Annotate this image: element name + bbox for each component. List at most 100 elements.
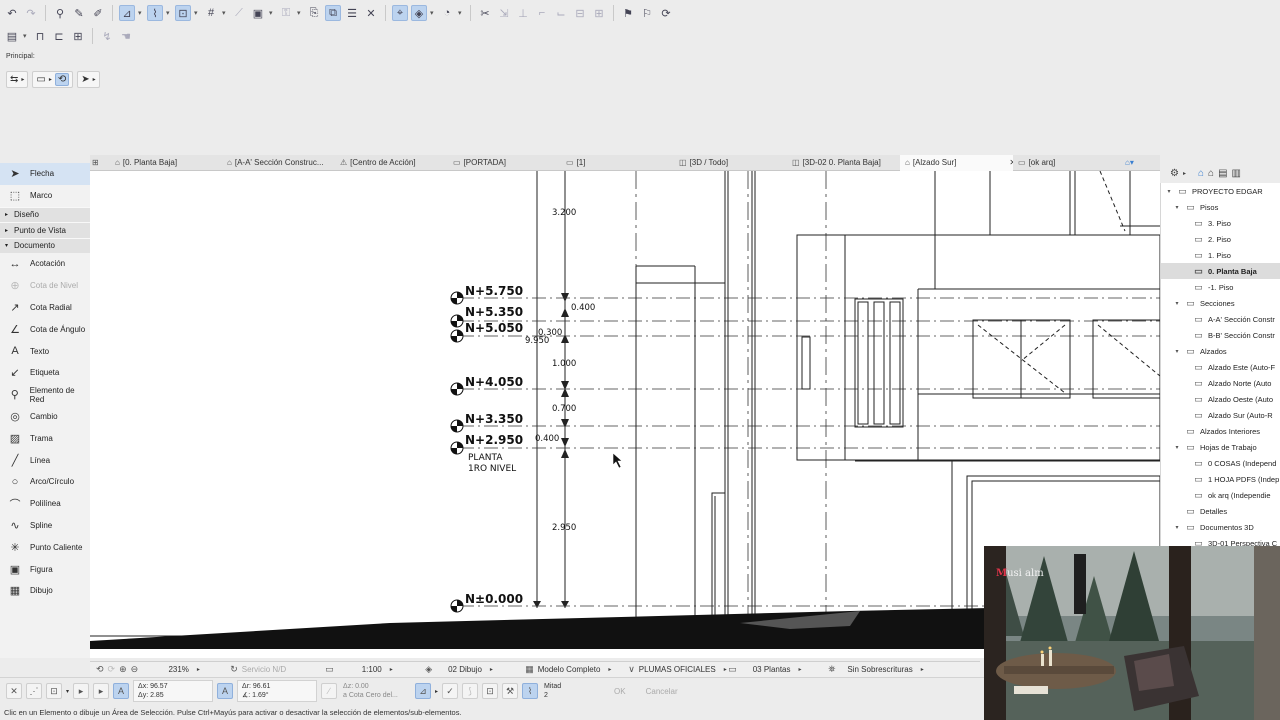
chamfer-icon[interactable]: ⌙ <box>553 5 569 21</box>
navigator-item[interactable]: ▭ ok arq (Independie <box>1161 487 1280 503</box>
pick-up-parameters-icon[interactable]: ⚲ <box>52 5 68 21</box>
tool-punto-caliente[interactable]: ✳ Punto Caliente <box>0 536 90 558</box>
navigator-item[interactable]: ▭ -1. Piso <box>1161 279 1280 295</box>
navigator-item[interactable]: ▭ A-A' Sección Constr <box>1161 311 1280 327</box>
division-field[interactable]: Mitad 2 <box>542 682 602 700</box>
ok-button[interactable]: OK <box>606 687 634 696</box>
chevron-down-icon[interactable]: ▾ <box>1173 348 1181 355</box>
tool-spline[interactable]: ∿ Spline <box>0 515 90 537</box>
tool-figura[interactable]: ▣ Figura <box>0 558 90 580</box>
layer-settings-icon[interactable]: ☰ <box>344 5 360 21</box>
tool-acotacion[interactable]: ↔ Acotación <box>0 253 90 275</box>
tool-polilinea[interactable]: ⌒ Polilínea <box>0 493 90 515</box>
tab-overview[interactable]: ⊞ <box>90 155 110 171</box>
tool-cambio[interactable]: ◎ Cambio <box>0 406 90 428</box>
chevron-down-icon[interactable]: ▾ <box>166 9 172 17</box>
tab-portada[interactable]: ▭ [PORTADA] <box>448 155 561 171</box>
navigator-item[interactable]: ▾ ▭ Hojas de Trabajo <box>1161 439 1280 455</box>
coord-xy-field[interactable]: Δx: 96.57 Δy: 2.85 <box>133 680 214 702</box>
chevron-down-icon[interactable]: ▾ <box>297 9 303 17</box>
pen-set-selector[interactable]: ∨ PLUMAS OFICIALES ▸ <box>622 664 727 675</box>
hand-icon[interactable]: ☚ <box>118 28 134 44</box>
guide-toggle-icon[interactable]: ⊿ <box>415 683 432 699</box>
elevation-marker-icon[interactable]: ⊓ <box>32 28 48 44</box>
coord-polar-field[interactable]: Δr: 96.61 ∡: 1.69° <box>237 680 318 702</box>
tool-flecha[interactable]: ➤ Flecha <box>0 163 90 185</box>
element-snap-icon[interactable]: ⌖ <box>392 5 408 21</box>
tab-3d-todo[interactable]: ◫ [3D / Todo] <box>674 155 787 171</box>
project-map-icon[interactable]: ⌂ <box>1198 168 1204 179</box>
chevron-down-icon[interactable]: ▾ <box>66 688 69 695</box>
view-map-icon[interactable]: ⌂ <box>1208 168 1214 179</box>
split-icon[interactable]: ✂ <box>477 5 493 21</box>
group-diseno[interactable]: ▸ Diseño <box>0 206 90 223</box>
text-a-polar-icon[interactable]: A <box>217 683 234 699</box>
dimension-style-selector[interactable]: ▭ 03 Plantas ▸ <box>722 664 822 675</box>
tab-seccion[interactable]: ⌂ [A-A' Sección Construc... <box>222 155 335 171</box>
zoom-out-icon[interactable]: ⊖ <box>131 664 139 675</box>
issue-manager-icon[interactable]: ⚐ <box>639 5 655 21</box>
group-icon[interactable]: ▣ <box>250 5 266 21</box>
tab-alzado-sur[interactable]: ⌂ [Alzado Sur] ✕ <box>900 154 1013 171</box>
text-a-icon[interactable]: A <box>113 683 130 699</box>
navigator-item[interactable]: ▭ 3D-01 Perspectiva C <box>1161 535 1280 547</box>
pen-tool-icon[interactable]: ∕ <box>321 683 338 699</box>
zoom-level[interactable]: 231% ▸ <box>144 665 224 674</box>
tab-centro-accion[interactable]: ⚠ [Centro de Acción] <box>335 155 448 171</box>
undo-icon[interactable]: ↶ <box>4 5 20 21</box>
scale-selector[interactable]: ▭ 1:100 ▸ <box>319 664 419 675</box>
navigator-item[interactable]: ▾ ▭ PROYECTO EDGAR <box>1161 183 1280 199</box>
model-view-selector[interactable]: ▦ Modelo Completo ▸ <box>519 664 622 675</box>
chevron-right-icon[interactable]: ▸ <box>1183 170 1186 177</box>
chevron-down-icon[interactable]: ▾ <box>1173 300 1181 307</box>
navigator-item[interactable]: ▾ ▭ Secciones <box>1161 295 1280 311</box>
intersect-icon[interactable]: ⊥ <box>515 5 531 21</box>
lock-icon[interactable]: ⚿ <box>278 5 294 21</box>
view-options-icon[interactable]: ◈ <box>411 5 427 21</box>
trace-reference-icon[interactable]: ⎘ <box>306 5 322 21</box>
coord-z-field[interactable]: Δz: 0.00 a Cota Cero del... <box>341 682 411 700</box>
relative-icon[interactable]: ▸ <box>73 683 90 699</box>
navigator-item[interactable]: ▭ 1. Piso <box>1161 247 1280 263</box>
flag-icon[interactable]: ⚑ <box>620 5 636 21</box>
chevron-down-icon[interactable]: ▾ <box>1173 204 1181 211</box>
navigator-item[interactable]: ▭ Detalles <box>1161 503 1280 519</box>
geometry-method-box[interactable]: ▭ ▸ ⟲ <box>32 71 74 88</box>
tool-cota-de-angulo[interactable]: ∠ Cota de Ángulo <box>0 318 90 340</box>
navigator-item[interactable]: ▭ 2. Piso <box>1161 231 1280 247</box>
markup-icon[interactable]: ↯ <box>99 28 115 44</box>
navigator-item[interactable]: ▭ Alzado Este (Auto-F <box>1161 359 1280 375</box>
navigator-item[interactable]: ▭ B-B' Sección Constr <box>1161 327 1280 343</box>
tool-etiqueta[interactable]: ↙ Etiqueta <box>0 362 90 384</box>
tool-marco[interactable]: ⬚ Marco <box>0 185 90 207</box>
navigator-item[interactable]: ▾ ▭ Pisos <box>1161 199 1280 215</box>
chevron-down-icon[interactable]: ▾ <box>194 9 200 17</box>
tab-menu[interactable]: ⌂▾ <box>1123 155 1149 171</box>
show-trace-icon[interactable]: ⧉ <box>325 5 341 21</box>
tool-elemento-de-red[interactable]: ⚲ Elemento de Red <box>0 384 90 406</box>
navigator-item[interactable]: ▭ Alzado Sur (Auto-R <box>1161 407 1280 423</box>
service-selector[interactable]: ↻ Servicio N/D <box>224 664 319 675</box>
navigator-item[interactable]: ▭ 1 HOJA PDFS (Indep <box>1161 471 1280 487</box>
magic-icon[interactable]: ⟆ <box>462 683 479 699</box>
suspend-groups-icon[interactable]: ⟋ <box>231 5 247 21</box>
fillet-icon[interactable]: ⌐ <box>534 5 550 21</box>
tab-planta-baja[interactable]: ⌂ [0. Planta Baja] <box>110 155 222 171</box>
tab-3d-02[interactable]: ◫ [3D-02 0. Planta Baja] <box>787 155 900 171</box>
navigator-item[interactable]: ▭ 0. Planta Baja <box>1161 263 1280 279</box>
chevron-down-icon[interactable]: ▾ <box>222 9 228 17</box>
special-snap-icon[interactable]: ⌇ <box>522 683 539 699</box>
worksheet-marker-icon[interactable]: ⊞ <box>70 28 86 44</box>
offset-icon[interactable]: ⊟ <box>572 5 588 21</box>
navigator-item[interactable]: ▭ 0 COSAS (Independ <box>1161 455 1280 471</box>
chevron-down-icon[interactable]: ▾ <box>138 9 144 17</box>
snap-guides-icon[interactable]: ⊿ <box>119 5 135 21</box>
tab-ok-arq[interactable]: ▭ [ok arq] <box>1013 155 1123 171</box>
rotate-view-icon[interactable]: ⟲ <box>96 664 104 675</box>
magic-wand-icon[interactable]: ✕ <box>363 5 379 21</box>
grid-snap-icon[interactable]: # <box>203 5 219 21</box>
adjust-icon[interactable]: ⇲ <box>496 5 512 21</box>
redo-icon[interactable]: ↷ <box>23 5 39 21</box>
layout-book-icon[interactable]: ▤ <box>1218 168 1227 179</box>
tool-arco-circulo[interactable]: ○ Arco/Círculo <box>0 471 90 493</box>
